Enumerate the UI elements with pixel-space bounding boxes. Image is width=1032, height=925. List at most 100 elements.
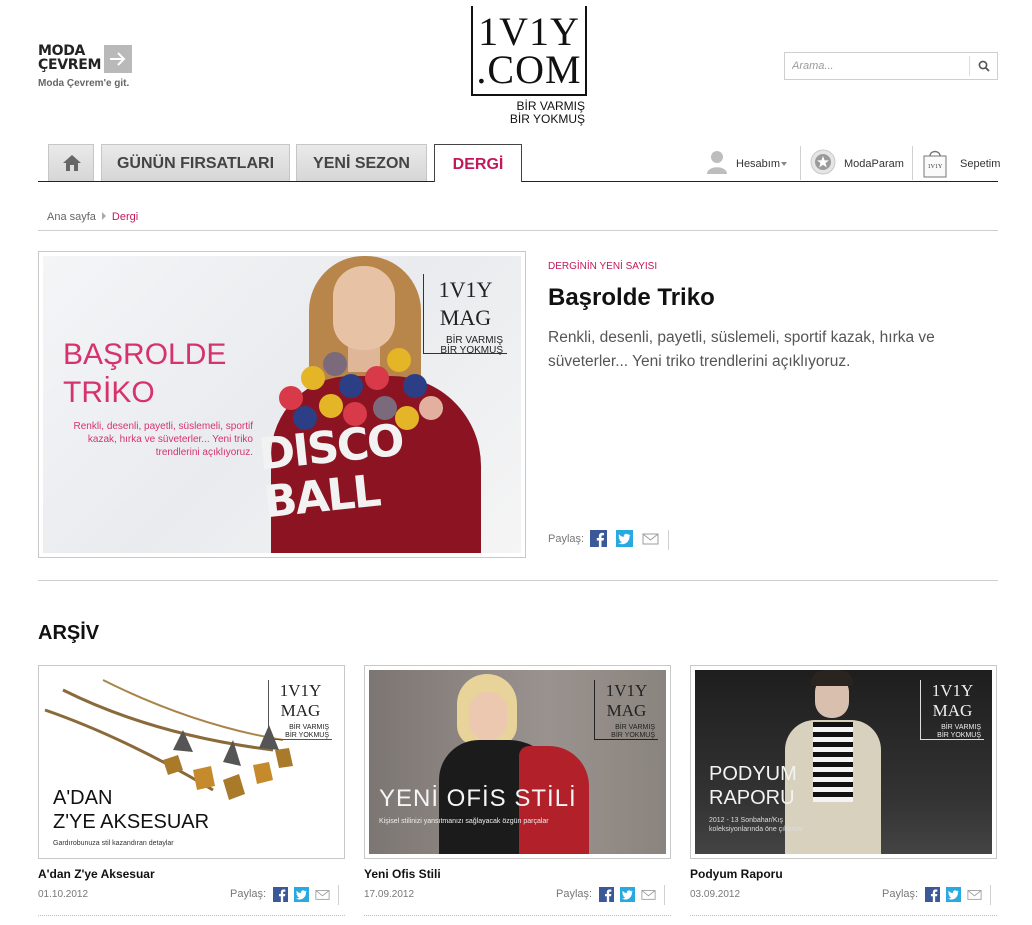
mail-icon[interactable] [315,887,330,902]
modaparam-link[interactable]: ModaParam [810,148,910,178]
archive-artwork-title-2: Z'YE AKSESUAR [53,811,210,833]
mag-badge-tag1: BİR VARMIŞ [941,724,981,731]
share-label: Paylaş: [230,888,267,900]
mag-badge-line2: MAG [280,701,321,720]
feature-artwork: DISCO BALL 1V1Y MAG BİR VARMIŞ BİR YOKMU… [43,256,521,553]
feature-image-subtitle: Renkli, desenli, payetli, süslemeli, spo… [73,421,253,458]
pompom [319,394,343,418]
dotted-divider [38,915,345,916]
search-button[interactable] [969,56,997,76]
logo-tagline-2: BİR YOKMUŞ [509,112,585,126]
search-input[interactable] [785,53,969,79]
feature-label: DERGİNİN YENİ SAYISI [548,261,658,272]
tab-dergi[interactable]: DERGİ [434,144,522,182]
archive-artwork: 1V1Y MAG BİR VARMIŞ BİR YOKMUŞ YENİ OFİS… [369,670,666,854]
search-box [784,52,998,80]
archive-artwork: 1V1Y MAG BİR VARMIŞ BİR YOKMUŞ PODYUM RA… [695,670,992,854]
site-logo[interactable]: 1V1Y .COM BİR VARMIŞ BİR YOKMUŞ [471,6,587,132]
logo-text-1v1y: 1V1Y [478,9,580,54]
share-divider [668,530,669,550]
dotted-divider [690,915,997,916]
pompom [403,374,427,398]
archive-artwork-title: A'DAN Z'YE AKSESUAR [53,786,209,834]
archive-card-image[interactable]: 1V1Y MAG BİR VARMIŞ BİR YOKMUŞ YENİ OFİS… [364,665,671,859]
twitter-icon[interactable] [620,887,635,902]
share-label: Paylaş: [548,533,585,545]
breadcrumb: Ana sayfa Dergi [47,211,138,223]
tab-home[interactable] [48,144,94,181]
mail-icon[interactable] [642,530,659,547]
sweater-text: DISCO BALL [256,415,410,529]
archive-card-date: 01.10.2012 [38,889,89,900]
feature-image-title-1: BAŞROLDE [63,338,227,371]
nav-divider [800,146,801,180]
archive-card-title[interactable]: A'dan Z'ye Aksesuar [38,867,155,881]
breadcrumb-arrow-icon [101,212,106,220]
search-icon [978,60,990,72]
archive-card-share: Paylaş: [230,885,345,905]
svg-text:1V1Y: 1V1Y [928,164,943,170]
archive-card-share: Paylaş: [882,885,997,905]
feature-image-title: BAŞROLDE TRİKO [63,336,226,412]
archive-card-image[interactable]: 1V1Y MAG BİR VARMIŞ BİR YOKMUŞ A'DAN Z'Y… [38,665,345,859]
modaparam-label: ModaParam [844,158,904,170]
cart-label: Sepetim [960,158,1001,170]
share-label: Paylaş: [882,888,919,900]
feature-heading[interactable]: Başrolde Triko [548,284,715,312]
moda-cevrem-logo: MODA ÇEVREM [38,44,101,72]
mag-badge-tag2: BİR YOKMUŞ [285,732,329,739]
mag-badge-line2: MAG [932,701,973,720]
archive-card-date: 03.09.2012 [690,889,741,900]
cart-link[interactable]: 1V1Y Sepetim [922,148,1001,178]
facebook-icon[interactable] [599,887,614,902]
facebook-icon[interactable] [925,887,940,902]
share-divider [990,885,991,905]
mag-badge: 1V1Y MAG BİR VARMIŞ BİR YOKMUŞ [423,274,507,356]
pompom [301,366,325,390]
moda-cevrem-line1: MODA [38,43,86,59]
archive-artwork-subtitle: 2012 - 13 Sonbahar/Kış koleksiyonlarında… [709,817,804,833]
moda-cevrem-subtext[interactable]: Moda Çevrem'e git. [38,78,129,89]
tab-yeni-sezon[interactable]: YENİ SEZON [296,144,427,181]
share-label: Paylaş: [556,888,593,900]
mag-badge: 1V1Y MAG BİR VARMIŞ BİR YOKMUŞ [920,680,984,740]
archive-card-image[interactable]: 1V1Y MAG BİR VARMIŞ BİR YOKMUŞ PODYUM RA… [690,665,997,859]
mag-badge: 1V1Y MAG BİR VARMIŞ BİR YOKMUŞ [594,680,658,740]
arrow-right-icon[interactable] [104,45,132,73]
breadcrumb-home[interactable]: Ana sayfa [47,211,96,223]
facebook-icon[interactable] [590,530,607,547]
twitter-icon[interactable] [294,887,309,902]
archive-card-title[interactable]: Yeni Ofis Stili [364,867,441,881]
pompom [387,348,411,372]
account-menu[interactable]: Hesabım [706,148,796,178]
divider [38,580,998,581]
mag-badge-tag2: BİR YOKMUŞ [937,732,981,739]
archive-card-title[interactable]: Podyum Raporu [690,867,783,881]
tab-gunun-firsatlari[interactable]: GÜNÜN FIRSATLARI [101,144,290,181]
mag-badge: 1V1Y MAG BİR VARMIŞ BİR YOKMUŞ [268,680,332,740]
mail-icon[interactable] [967,887,982,902]
moda-cevrem-link[interactable]: MODA ÇEVREM Moda Çevrem'e git. [38,44,158,92]
twitter-icon[interactable] [946,887,961,902]
breadcrumb-current: Dergi [111,211,139,223]
model-striped-top [813,722,853,802]
shopping-bag-icon: 1V1Y [923,150,947,178]
twitter-icon[interactable] [616,530,633,547]
nav-divider [912,146,913,180]
archive-card-date: 17.09.2012 [364,889,415,900]
share-divider [338,885,339,905]
divider [38,230,998,231]
mag-badge-line1: 1V1Y [279,681,322,700]
logo-frame: 1V1Y .COM [471,6,587,96]
mag-badge-line2: MAG [439,305,492,330]
facebook-icon[interactable] [273,887,288,902]
mag-badge-tag2: BİR YOKMUŞ [611,732,655,739]
model-hair [811,670,853,686]
logo-tagline: BİR VARMIŞ BİR YOKMUŞ [510,100,585,126]
model-face [333,266,395,350]
logo-text-com: .COM [476,47,582,92]
feature-image[interactable]: DISCO BALL 1V1Y MAG BİR VARMIŞ BİR YOKMU… [38,251,526,558]
mail-icon[interactable] [641,887,656,902]
archive-artwork: 1V1Y MAG BİR VARMIŞ BİR YOKMUŞ A'DAN Z'Y… [43,670,340,854]
feature-image-title-2: TRİKO [63,376,155,409]
